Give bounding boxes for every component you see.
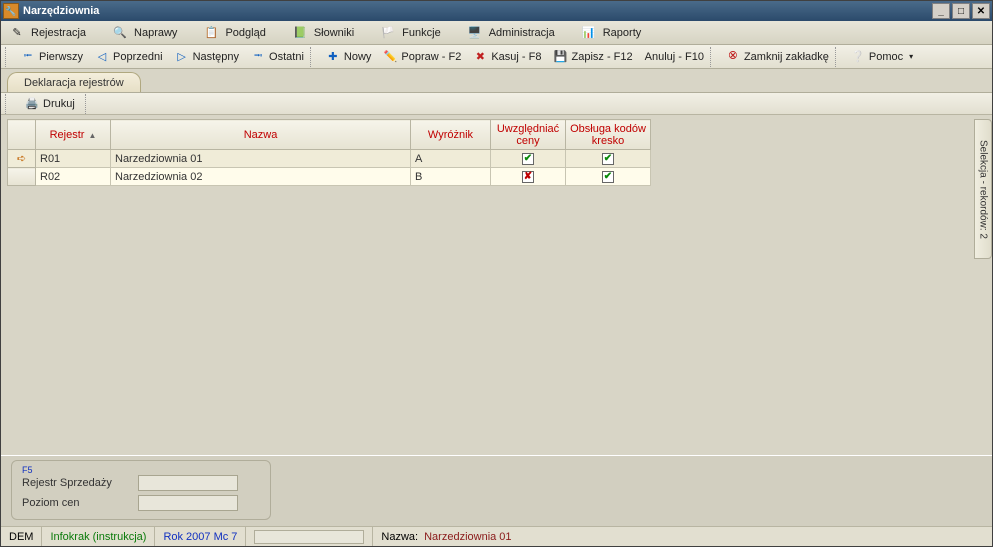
edit-icon: ✏️	[383, 50, 397, 64]
close-button[interactable]: ✕	[972, 3, 990, 19]
col-rejestr[interactable]: Rejestr▲	[36, 120, 111, 150]
clipboard-icon: 📋	[203, 25, 219, 41]
print-icon: 🖨️	[25, 97, 39, 111]
maximize-button[interactable]: □	[952, 3, 970, 19]
book-icon: 📗	[292, 25, 308, 41]
cell-nazwa[interactable]: Narzedziownia 01	[111, 150, 411, 168]
checkbox-icon: ✘	[522, 171, 534, 183]
toolbar-grip	[5, 47, 11, 67]
col-nazwa[interactable]: Nazwa	[111, 120, 411, 150]
window-title: Narzędziownia	[23, 5, 99, 17]
save-icon: 💾	[553, 50, 567, 64]
cell-obsluga[interactable]: ✔	[566, 168, 651, 186]
col-wyroznik[interactable]: Wyróżnik	[411, 120, 491, 150]
menu-raporty[interactable]: 📊Raporty	[581, 25, 642, 41]
titlebar: 🔧 Narzędziownia _ □ ✕	[1, 1, 992, 21]
btn-poprzedni[interactable]: ◁Poprzedni	[89, 48, 169, 66]
admin-icon: 🖥️	[467, 25, 483, 41]
statusbar: DEM Infokrak (instrukcja) Rok 2007 Mc 7 …	[1, 526, 992, 546]
pencil-icon: ✎	[9, 25, 25, 41]
btn-drukuj[interactable]: 🖨️Drukuj	[19, 95, 81, 113]
btn-anuluj[interactable]: Anuluj - F10	[639, 49, 710, 65]
row-indicator: ➪	[8, 150, 36, 168]
help-icon: ❔	[851, 50, 865, 64]
input-poziom-cen[interactable]	[138, 495, 238, 511]
wrench-icon: 🔍	[112, 25, 128, 41]
sub-grip	[5, 94, 11, 114]
btn-pierwszy[interactable]: ⭰Pierwszy	[15, 48, 89, 66]
menu-naprawy[interactable]: 🔍Naprawy	[112, 25, 177, 41]
report-icon: 📊	[581, 25, 597, 41]
btn-popraw[interactable]: ✏️Popraw - F2	[377, 48, 467, 66]
cell-obsluga[interactable]: ✔	[566, 150, 651, 168]
cell-uwzgl[interactable]: ✔	[491, 150, 566, 168]
cell-nazwa[interactable]: Narzedziownia 02	[111, 168, 411, 186]
next-icon: ▷	[175, 50, 189, 64]
cell-wyroznik[interactable]: B	[411, 168, 491, 186]
app-icon: 🔧	[3, 3, 19, 19]
plus-icon: ✚	[326, 50, 340, 64]
cell-rejestr[interactable]: R02	[36, 168, 111, 186]
status-rok: Rok 2007 Mc 7	[155, 527, 246, 546]
last-icon: ⭲	[251, 50, 265, 64]
menu-funkcje[interactable]: 🏳️Funkcje	[380, 25, 441, 41]
table-row[interactable]: R02Narzedziownia 02B ✘ ✔	[8, 168, 651, 186]
toolbar-sep3	[835, 47, 841, 67]
col-uwzgl[interactable]: Uwzględniać ceny	[491, 120, 566, 150]
side-panel-tab-selekcja[interactable]: Selekcja - rekordów: 2	[974, 119, 992, 259]
minimize-button[interactable]: _	[932, 3, 950, 19]
toolbar: ⭰Pierwszy ◁Poprzedni ▷Następny ⭲Ostatni …	[1, 45, 992, 69]
menu-slowniki[interactable]: 📗Słowniki	[292, 25, 354, 41]
status-dem: DEM	[1, 527, 42, 546]
dropdown-icon: ▾	[909, 52, 913, 61]
delete-icon: ✖	[473, 50, 487, 64]
current-row-icon: ➪	[17, 153, 26, 165]
btn-nastepny[interactable]: ▷Następny	[169, 48, 245, 66]
row-indicator	[8, 168, 36, 186]
checkbox-icon: ✔	[522, 153, 534, 165]
cell-rejestr[interactable]: R01	[36, 150, 111, 168]
btn-zapisz[interactable]: 💾Zapisz - F12	[547, 48, 638, 66]
menu-administracja[interactable]: 🖥️Administracja	[467, 25, 555, 41]
first-icon: ⭰	[21, 50, 35, 64]
menu-podglad[interactable]: 📋Podgląd	[203, 25, 265, 41]
row-indicator-header	[8, 120, 36, 150]
toolbar-sep	[310, 47, 316, 67]
btn-kasuj[interactable]: ✖Kasuj - F8	[467, 48, 547, 66]
prev-icon: ◁	[95, 50, 109, 64]
status-nazwa: Nazwa: Narzedziownia 01	[373, 527, 519, 546]
toolbar-sep2	[710, 47, 716, 67]
tab-deklaracja[interactable]: Deklaracja rejestrów	[7, 72, 141, 92]
input-rejestr-sprzedazy[interactable]	[138, 475, 238, 491]
status-infokrak[interactable]: Infokrak (instrukcja)	[42, 527, 155, 546]
menubar: ✎Rejestracja 🔍Naprawy 📋Podgląd 📗Słowniki…	[1, 21, 992, 45]
col-obsluga[interactable]: Obsługa kodów kresko	[566, 120, 651, 150]
btn-pomoc[interactable]: ❔Pomoc▾	[845, 48, 919, 66]
filter-form: F5 Rejestr Sprzedaży Poziom cen	[1, 455, 992, 526]
btn-zamknij[interactable]: ⮿Zamknij zakładkę	[720, 48, 835, 66]
label-poziom-cen: Poziom cen	[22, 497, 132, 509]
content-area: Rejestr▲ Nazwa Wyróżnik Uwzględniać ceny…	[1, 115, 992, 455]
label-rejestr-sprzedazy: Rejestr Sprzedaży	[22, 477, 132, 489]
btn-ostatni[interactable]: ⭲Ostatni	[245, 48, 310, 66]
status-blank	[246, 527, 373, 546]
btn-nowy[interactable]: ✚Nowy	[320, 48, 378, 66]
checkbox-icon: ✔	[602, 153, 614, 165]
data-grid[interactable]: Rejestr▲ Nazwa Wyróżnik Uwzględniać ceny…	[7, 119, 651, 186]
checkbox-icon: ✔	[602, 171, 614, 183]
flag-icon: 🏳️	[380, 25, 396, 41]
sub-toolbar: 🖨️Drukuj	[1, 93, 992, 115]
close-tab-icon: ⮿	[726, 50, 740, 64]
table-row[interactable]: ➪ R01Narzedziownia 01A ✔ ✔	[8, 150, 651, 168]
cell-uwzgl[interactable]: ✘	[491, 168, 566, 186]
tab-strip: Deklaracja rejestrów	[1, 69, 992, 93]
menu-rejestracja[interactable]: ✎Rejestracja	[9, 25, 86, 41]
cell-wyroznik[interactable]: A	[411, 150, 491, 168]
sort-asc-icon: ▲	[88, 131, 96, 140]
sub-sep	[85, 94, 91, 114]
